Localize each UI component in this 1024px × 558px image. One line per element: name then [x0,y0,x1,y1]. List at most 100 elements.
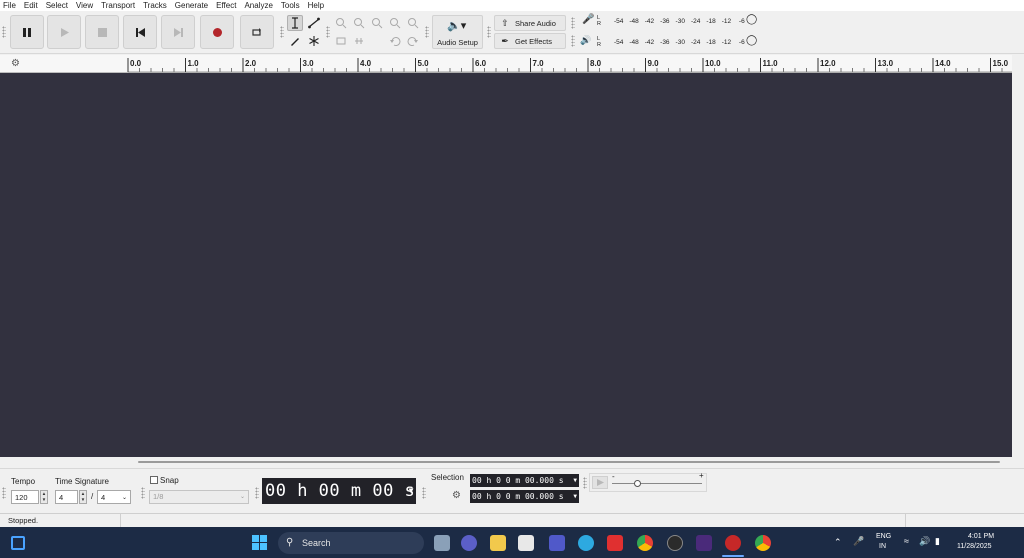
undo-button[interactable] [387,33,403,49]
battery-icon[interactable]: ▮ [935,536,940,547]
timeline-ruler[interactable]: ⚙ 0.0 1.0 2.0 3.0 4.0 5.0 6.0 7.0 8.0 9.0 10.0 11.0… [0,55,1012,73]
menu-tools[interactable]: Tools [277,0,304,11]
tempo-input[interactable]: 120 [11,490,39,504]
skip-to-start-button[interactable] [123,15,157,49]
tempo-stepper[interactable]: ▲ ▼ [40,490,48,504]
vertical-scrollbar[interactable] [1012,73,1024,457]
playback-volume-knob-icon[interactable]: ◯ [746,35,757,46]
ruler-tick-label: 11.0 [763,59,779,68]
record-meter[interactable]: L R -54 -48 -42 -36 -30 -24 -18 -12 -6 [597,14,752,28]
playback-meter[interactable]: L R -54 -48 -42 -36 -30 -24 -18 -12 -6 [597,35,752,49]
audio-setup-button[interactable]: 🔈▾ Audio Setup [432,15,483,49]
menu-generate[interactable]: Generate [171,0,212,11]
toolbar-grip[interactable] [425,26,429,38]
play-at-speed-button[interactable] [592,476,608,489]
play-button[interactable] [47,15,81,49]
edge-icon[interactable] [578,535,594,551]
menu-edit[interactable]: Edit [20,0,42,11]
language-code[interactable]: ENG [876,533,891,540]
toolbar-grip[interactable] [571,17,575,29]
toolbar-grip[interactable] [583,477,587,489]
fit-project-button[interactable] [387,15,403,31]
youtube-icon[interactable] [607,535,623,551]
undo-icon [390,37,401,46]
time-display[interactable]: 00 h 00 m 00 s ▼ [262,478,416,504]
skip-to-end-button[interactable] [161,15,195,49]
notepad-icon[interactable] [518,535,534,551]
time-signature-numerator-stepper[interactable]: ▲ ▼ [79,490,87,504]
file-explorer-icon[interactable] [490,535,506,551]
multi-tool-button[interactable] [306,33,322,49]
trim-button[interactable] [333,33,349,49]
selection-start-field[interactable]: 00 h 0 0 m 00.000 s ▼ [470,474,579,487]
record-volume-knob-icon[interactable]: ◯ [746,14,757,25]
ruler-tick-label: 5.0 [418,59,430,68]
menu-help[interactable]: Help [304,0,328,11]
task-view-icon[interactable] [434,535,450,551]
selection-tool-button[interactable] [287,15,303,31]
speed-slider-track[interactable] [612,480,702,487]
chrome-icon[interactable] [637,535,653,551]
widgets-icon[interactable] [11,536,25,550]
toolbar-grip[interactable] [571,35,575,47]
redo-button[interactable] [405,33,421,49]
pause-button[interactable] [10,15,44,49]
envelope-tool-button[interactable] [306,15,322,31]
get-effects-button[interactable]: ✒ Get Effects [494,33,566,49]
taskbar-search-label: Search [302,538,331,548]
time-signature-denominator-select[interactable]: 4 ⌄ [97,490,131,504]
taskbar-search[interactable]: ⚲ Search [278,532,424,554]
start-button[interactable] [252,535,267,550]
language-region[interactable]: IN [879,543,886,550]
draw-tool-button[interactable] [287,33,303,49]
toolbar-grip[interactable] [2,487,6,499]
toolbar-grip[interactable] [2,26,6,38]
clock-time[interactable]: 4:01 PM [968,533,994,540]
play-icon [597,479,604,486]
clock-date[interactable]: 11/28/2025 [957,543,992,550]
toolbar-grip[interactable] [422,487,426,499]
toolbar-grip[interactable] [255,487,259,499]
snap-select[interactable]: 1/8 ⌄ [149,490,249,504]
teams-icon[interactable] [549,535,565,551]
zoom-in-button[interactable] [333,15,349,31]
fit-selection-button[interactable] [369,15,385,31]
meter-tick: -30 [675,17,685,25]
menu-tracks[interactable]: Tracks [139,0,171,11]
menu-file[interactable]: File [0,0,20,11]
toolbar-grip[interactable] [141,487,145,499]
wifi-icon[interactable]: ≈ [904,536,909,546]
toolbar-grip[interactable] [280,26,284,38]
menu-select[interactable]: Select [42,0,72,11]
silence-button[interactable] [351,33,367,49]
zoom-toggle-button[interactable] [405,15,421,31]
microphone-tray-icon[interactable]: 🎤 [853,536,864,547]
record-button[interactable] [200,15,234,49]
selection-end-field[interactable]: 00 h 0 0 m 00.000 s ▼ [470,490,579,503]
menu-view[interactable]: View [72,0,97,11]
plugin-icon: ✒ [501,35,509,46]
toolbar-grip[interactable] [487,26,491,38]
loop-button[interactable] [240,15,274,49]
share-audio-button[interactable]: ⇧ Share Audio [494,15,566,31]
horizontal-scroll-thumb[interactable] [138,461,1000,463]
audacity-icon[interactable] [725,535,741,551]
chat-icon[interactable] [461,535,477,551]
track-area[interactable] [0,73,1012,457]
snap-checkbox[interactable] [150,476,158,484]
zoom-out-button[interactable] [351,15,367,31]
selection-settings-icon[interactable]: ⚙ [452,490,461,501]
speed-slider-thumb[interactable] [634,480,642,487]
time-signature-numerator-input[interactable]: 4 [55,490,78,504]
menu-transport[interactable]: Transport [97,0,139,11]
obs-icon[interactable] [667,535,683,551]
stop-button[interactable] [85,15,119,49]
chrome-profile-icon[interactable] [755,535,771,551]
menu-effect[interactable]: Effect [212,0,240,11]
chevron-up-icon[interactable]: ⌃ [834,537,842,548]
app-icon[interactable] [696,535,712,551]
volume-icon[interactable]: 🔊 [919,536,930,547]
horizontal-scrollbar[interactable] [0,457,1012,468]
toolbar-grip[interactable] [326,26,330,38]
menu-analyze[interactable]: Analyze [240,0,276,11]
